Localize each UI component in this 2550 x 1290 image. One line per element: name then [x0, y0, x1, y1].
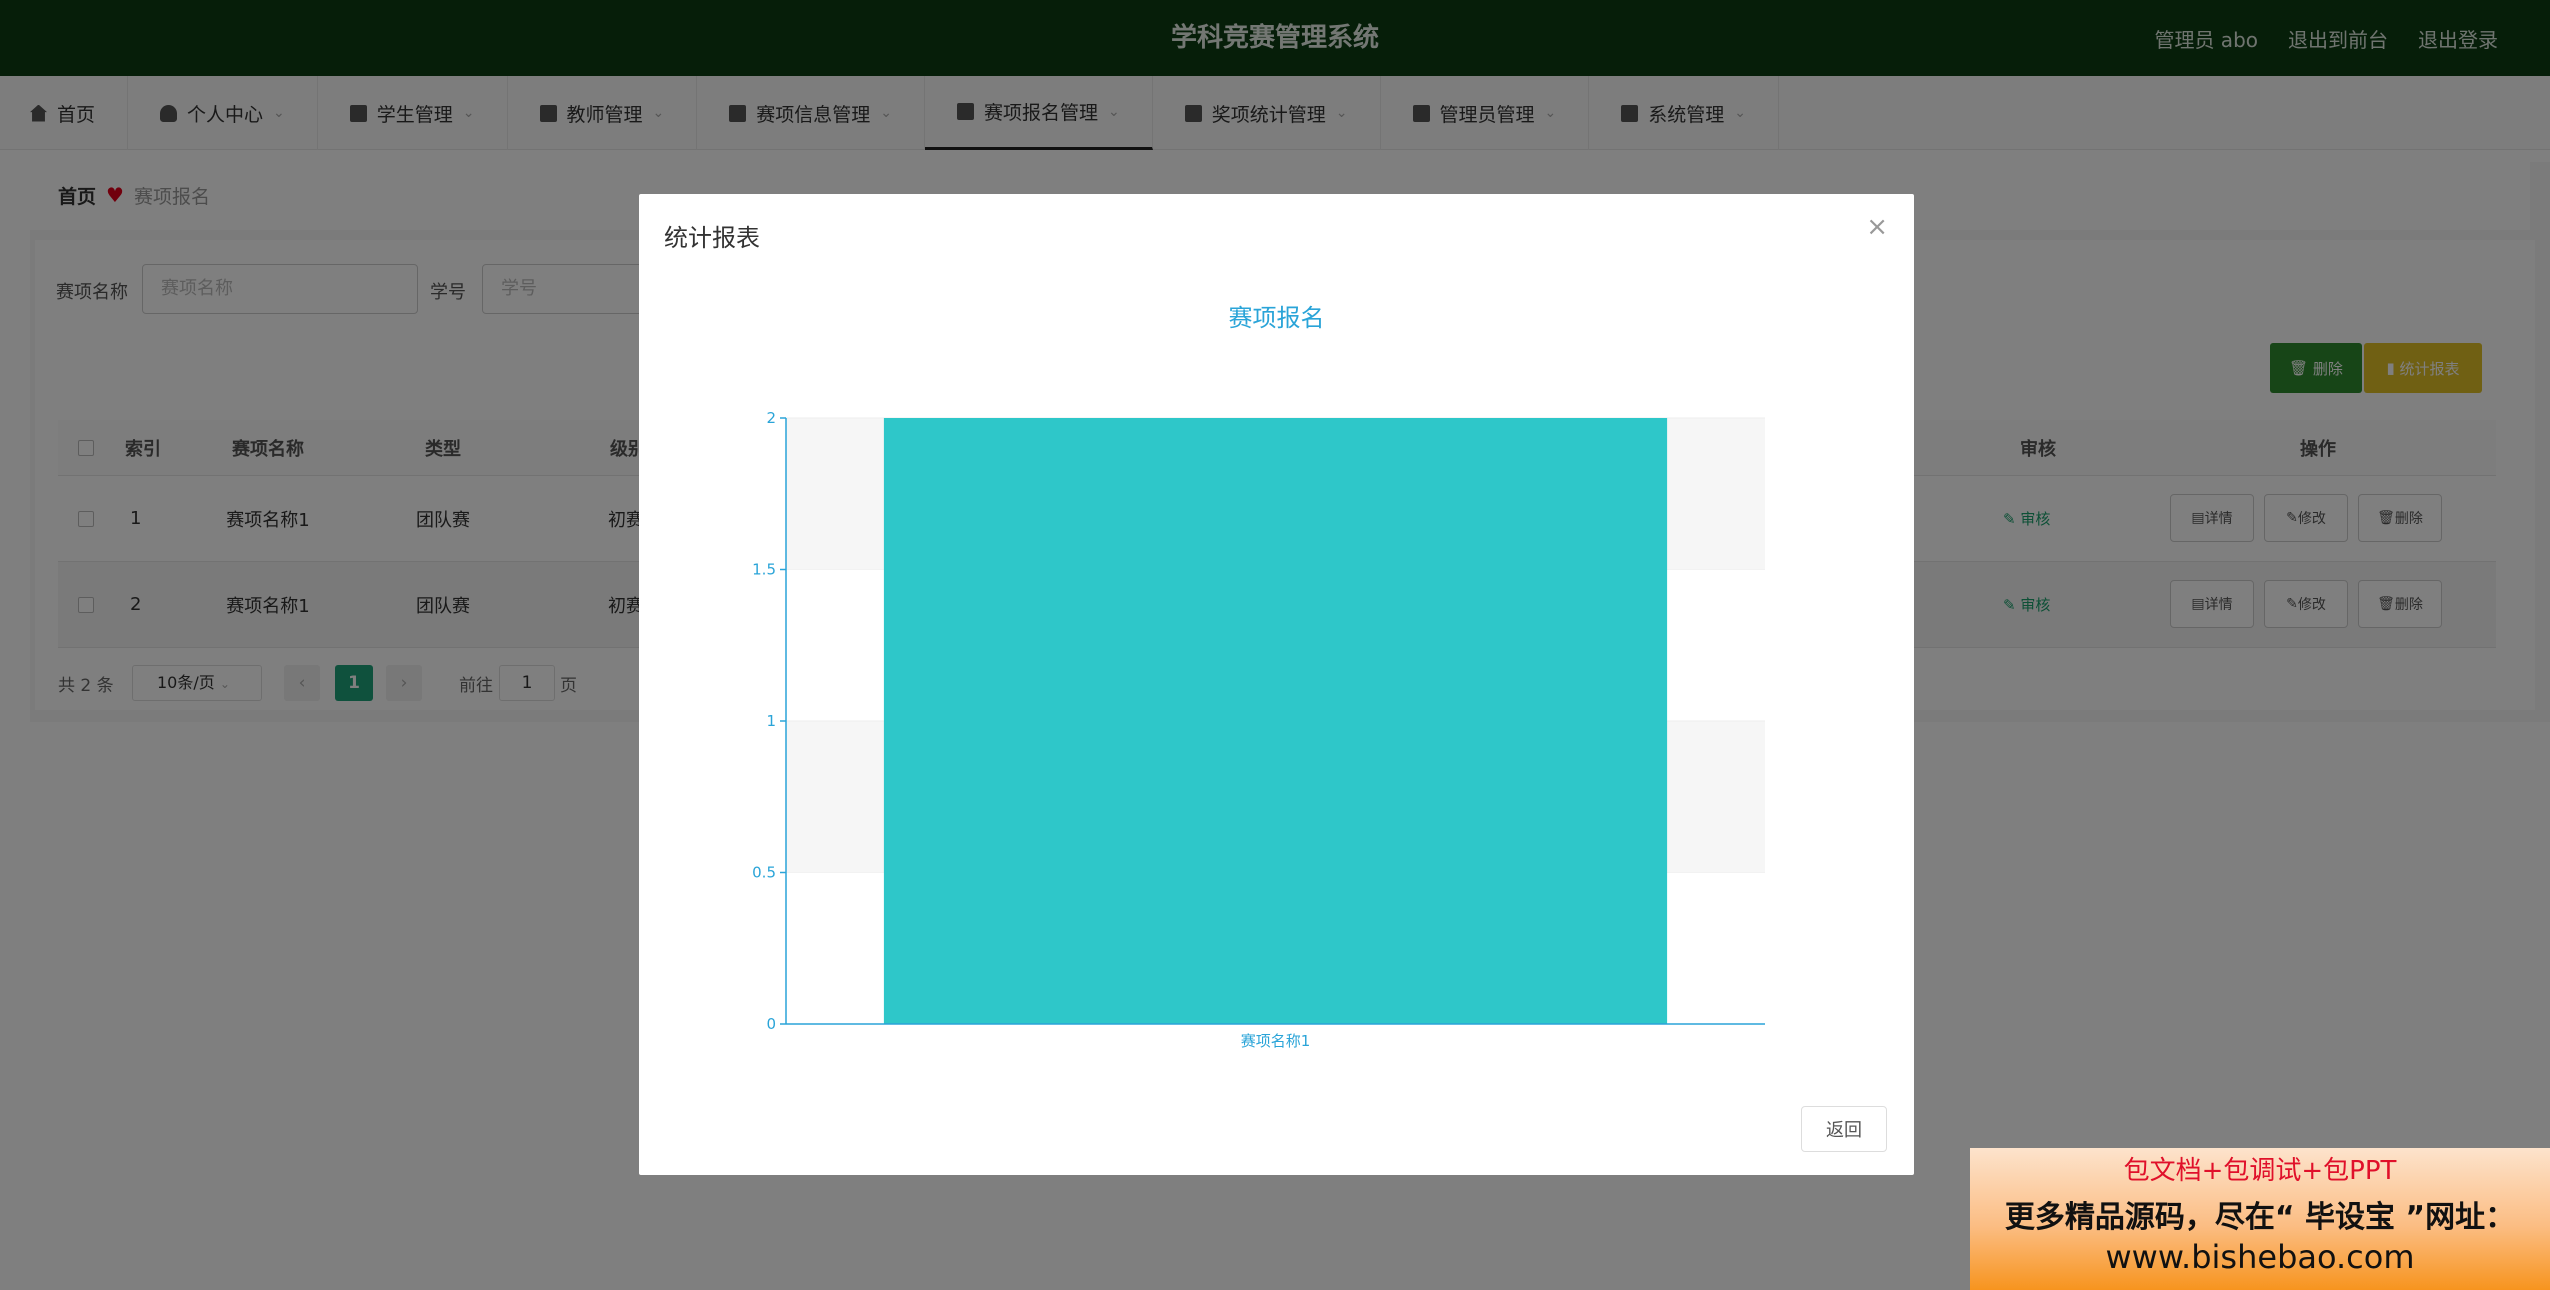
modal-title: 统计报表: [664, 224, 760, 252]
bar-chart: 赛项名称1 0 0.5 1 1.5 2: [752, 409, 1765, 1050]
y-tick-label: 1: [766, 712, 776, 730]
y-tick-label: 0: [766, 1015, 776, 1033]
promo-line-2: 更多精品源码，尽在“ 毕设宝 ”网址：: [2004, 1200, 2516, 1235]
x-tick-label: 赛项名称1: [1241, 1032, 1311, 1050]
close-icon[interactable]: ×: [1866, 212, 1888, 242]
y-tick-label: 0.5: [752, 864, 776, 882]
promo-line-1: 包文档+包调试+包PPT: [2123, 1156, 2397, 1186]
stats-modal: 统计报表 × 赛项报名 赛项名称1 0 0.5 1 1.5 2 返回: [639, 194, 1914, 1175]
return-button[interactable]: 返回: [1801, 1106, 1887, 1152]
chart-title: 赛项报名: [1228, 304, 1325, 332]
y-tick-label: 2: [766, 409, 776, 427]
promo-banner: 包文档+包调试+包PPT 更多精品源码，尽在“ 毕设宝 ”网址： www.bis…: [1970, 1148, 2550, 1290]
promo-line-3: www.bishebao.com: [2105, 1238, 2415, 1276]
bar: [883, 418, 1668, 1024]
y-tick-label: 1.5: [752, 561, 776, 579]
